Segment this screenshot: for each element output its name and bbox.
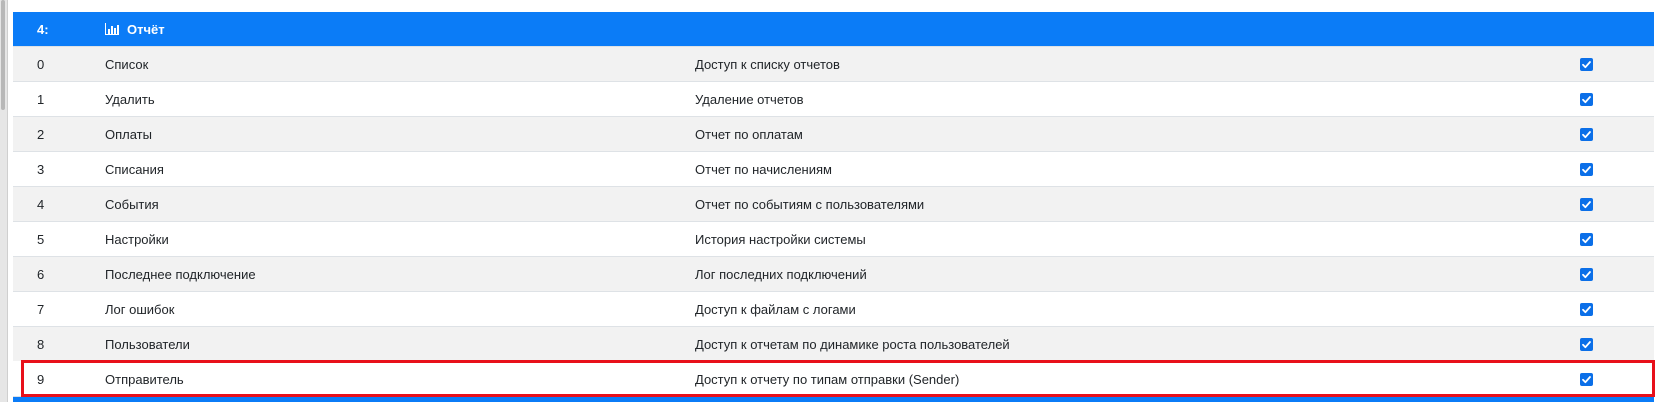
- check-icon: [1582, 375, 1591, 383]
- permission-checkbox[interactable]: [1580, 162, 1593, 176]
- table-row: 8 Пользователи Доступ к отчетам по динамик…: [13, 326, 1654, 361]
- permission-name: Списания: [105, 161, 164, 177]
- permission-description: Отчет по начислениям: [695, 161, 832, 177]
- permission-description: Доступ к отчету по типам отправки (Sende…: [695, 371, 960, 387]
- permission-checkbox[interactable]: [1580, 92, 1593, 106]
- row-number: 5: [37, 231, 45, 247]
- permissions-frame: 4: Отчёт 0 Список Доступ к списку отчетов 1…: [0, 0, 1660, 402]
- row-number: 0: [37, 56, 45, 72]
- table-row: 5 Настройки История настройки системы: [13, 221, 1654, 256]
- check-icon: [1582, 165, 1591, 173]
- table-row: 2 Оплаты Отчет по оплатам: [13, 116, 1654, 151]
- check-icon: [1582, 95, 1591, 103]
- permission-description: Удаление отчетов: [695, 91, 804, 107]
- scrollbar[interactable]: [0, 0, 8, 402]
- table-row: 1 Удалить Удаление отчетов: [13, 81, 1654, 116]
- permission-checkbox[interactable]: [1580, 267, 1593, 281]
- permission-name: Отправитель: [105, 371, 184, 387]
- permission-name: Пользователи: [105, 336, 190, 352]
- row-number: 9: [37, 371, 45, 387]
- next-group-header: [13, 396, 1654, 402]
- table-row: 3 Списания Отчет по начислениям: [13, 151, 1654, 186]
- permission-name: Лог ошибок: [105, 301, 175, 317]
- check-icon: [1582, 270, 1591, 278]
- permission-checkbox[interactable]: [1580, 372, 1593, 386]
- group-header: 4: Отчёт: [13, 12, 1654, 46]
- permission-description: Доступ к файлам с логами: [695, 301, 856, 317]
- check-icon: [1582, 235, 1591, 243]
- group-title: Отчёт: [105, 22, 165, 37]
- permission-description: Доступ к списку отчетов: [695, 56, 840, 72]
- row-number: 4: [37, 196, 45, 212]
- bar-chart-icon: [105, 23, 119, 35]
- check-icon: [1582, 340, 1591, 348]
- row-number: 7: [37, 301, 45, 317]
- permission-checkbox[interactable]: [1580, 337, 1593, 351]
- permission-description: Отчет по событиям с пользователями: [695, 196, 925, 212]
- table-row: 6 Последнее подключение Лог последних подк…: [13, 256, 1654, 291]
- row-number: 1: [37, 91, 45, 107]
- row-number: 3: [37, 161, 45, 177]
- permission-name: Список: [105, 56, 149, 72]
- table-row: 9 Отправитель Доступ к отчету по типам отп…: [21, 360, 1655, 397]
- permission-description: История настройки системы: [695, 231, 866, 247]
- permission-description: Доступ к отчетам по динамике роста польз…: [695, 336, 1010, 352]
- permission-rows: 0 Список Доступ к списку отчетов 1 Удалить Уд…: [13, 46, 1655, 397]
- row-number: 6: [37, 266, 45, 282]
- permission-checkbox[interactable]: [1580, 197, 1593, 211]
- check-icon: [1582, 200, 1591, 208]
- permission-checkbox[interactable]: [1580, 302, 1593, 316]
- group-number: 4:: [37, 21, 49, 37]
- permission-name: Оплаты: [105, 126, 152, 142]
- permission-description: Лог последних подключений: [695, 266, 867, 282]
- permission-name: Настройки: [105, 231, 169, 247]
- permission-checkbox[interactable]: [1580, 127, 1593, 141]
- permission-checkbox[interactable]: [1580, 57, 1593, 71]
- permission-description: Отчет по оплатам: [695, 126, 803, 142]
- table-row: 4 События Отчет по событиям с пользователя…: [13, 186, 1654, 221]
- permission-name: Последнее подключение: [105, 266, 256, 282]
- permission-name: События: [105, 196, 159, 212]
- permission-name: Удалить: [105, 91, 155, 107]
- permission-checkbox[interactable]: [1580, 232, 1593, 246]
- table-row: 7 Лог ошибок Доступ к файлам с логами: [13, 291, 1654, 326]
- row-number: 8: [37, 336, 45, 352]
- scrollbar-thumb[interactable]: [1, 0, 5, 110]
- table-row: 0 Список Доступ к списку отчетов: [13, 46, 1654, 81]
- check-icon: [1582, 305, 1591, 313]
- group-title-label: Отчёт: [127, 21, 165, 37]
- permissions-table: 4: Отчёт 0 Список Доступ к списку отчетов 1…: [13, 12, 1655, 402]
- check-icon: [1582, 130, 1591, 138]
- row-number: 2: [37, 126, 45, 142]
- check-icon: [1582, 60, 1591, 68]
